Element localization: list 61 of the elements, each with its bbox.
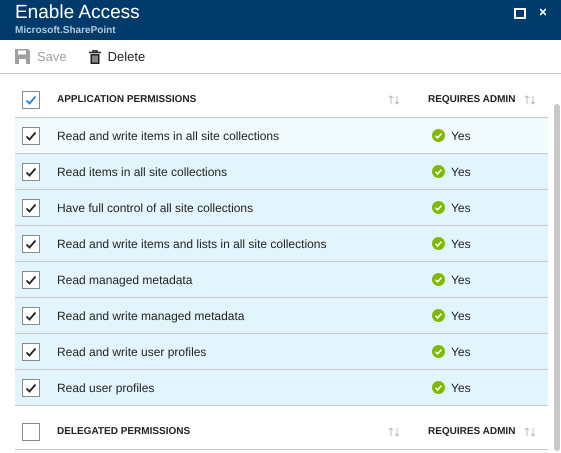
permission-name: Read user profiles (57, 380, 156, 396)
column-header[interactable]: REQUIRES ADMIN (428, 92, 524, 107)
window-subtitle: Microsoft.SharePoint (15, 25, 117, 37)
scrollbar[interactable] (554, 104, 560, 451)
requires-admin-value: Yes (451, 344, 472, 360)
check-circle-icon (432, 201, 445, 214)
column-header[interactable]: DELEGATED PERMISSIONS (57, 424, 388, 439)
checkmark-icon (25, 130, 37, 142)
trash-icon (88, 50, 101, 64)
checkbox[interactable] (22, 90, 40, 108)
maximize-icon[interactable] (514, 8, 526, 19)
permission-name: Read and write managed metadata (57, 308, 246, 324)
permission-name: Read managed metadata (57, 272, 194, 288)
check-circle-icon (432, 273, 445, 286)
requires-admin-value: Yes (451, 164, 472, 180)
checkbox[interactable] (22, 162, 40, 180)
permission-name: Read and write items and lists in all site collections (57, 236, 328, 252)
checkbox[interactable] (22, 234, 40, 252)
permission-row[interactable]: Read items in all site collections Yes (15, 154, 548, 190)
checkbox[interactable] (22, 422, 40, 440)
check-circle-icon (432, 129, 445, 142)
permission-name: Read and write user profiles (57, 344, 208, 360)
permission-row[interactable]: Read and write items in all site collections Yes (15, 118, 548, 154)
checkbox[interactable] (22, 306, 40, 324)
checkbox[interactable] (22, 126, 40, 144)
permission-name: Read items in all site collections (57, 164, 228, 180)
permission-name: Have full control of all site collections (57, 200, 254, 216)
check-circle-icon (432, 309, 445, 322)
requires-admin-value: Yes (451, 380, 472, 396)
permission-row[interactable]: Read and write items and lists in all site collections Yes (15, 226, 548, 262)
permission-row[interactable]: Have full control of all site collections Yes (15, 190, 548, 226)
requires-admin-value: Yes (451, 272, 472, 288)
delete-button[interactable]: Delete (88, 46, 146, 66)
checkbox[interactable] (22, 270, 40, 288)
checkbox[interactable] (22, 378, 40, 396)
permission-row[interactable]: Read user profiles Yes (15, 370, 548, 406)
checkmark-icon (25, 346, 37, 358)
permission-row[interactable]: Read and write managed metadata Yes (15, 298, 548, 334)
checkmark-icon (25, 382, 37, 394)
requires-admin-value: Yes (451, 200, 472, 216)
requires-admin-value: Yes (451, 308, 472, 324)
check-circle-icon (432, 345, 445, 358)
window-title: Enable Access (15, 1, 140, 25)
requires-admin-value: Yes (451, 236, 472, 252)
checkmark-icon (25, 274, 37, 286)
checkmark-icon (25, 310, 37, 322)
checkmark-icon (25, 94, 37, 106)
checkbox[interactable] (22, 198, 40, 216)
column-header[interactable]: REQUIRES ADMIN (428, 424, 524, 439)
column-header[interactable]: APPLICATION PERMISSIONS (57, 92, 388, 107)
requires-admin-value: Yes (451, 128, 472, 144)
checkmark-icon (25, 238, 37, 250)
check-circle-icon (432, 165, 445, 178)
permission-row[interactable]: Read and write user profiles Yes (15, 334, 548, 370)
checkmark-icon (25, 166, 37, 178)
permission-row[interactable]: Read managed metadata Yes (15, 262, 548, 298)
check-circle-icon (432, 237, 445, 250)
checkbox[interactable] (22, 342, 40, 360)
checkmark-icon (25, 202, 37, 214)
check-circle-icon (432, 381, 445, 394)
permission-name: Read and write items in all site collections (57, 128, 280, 144)
